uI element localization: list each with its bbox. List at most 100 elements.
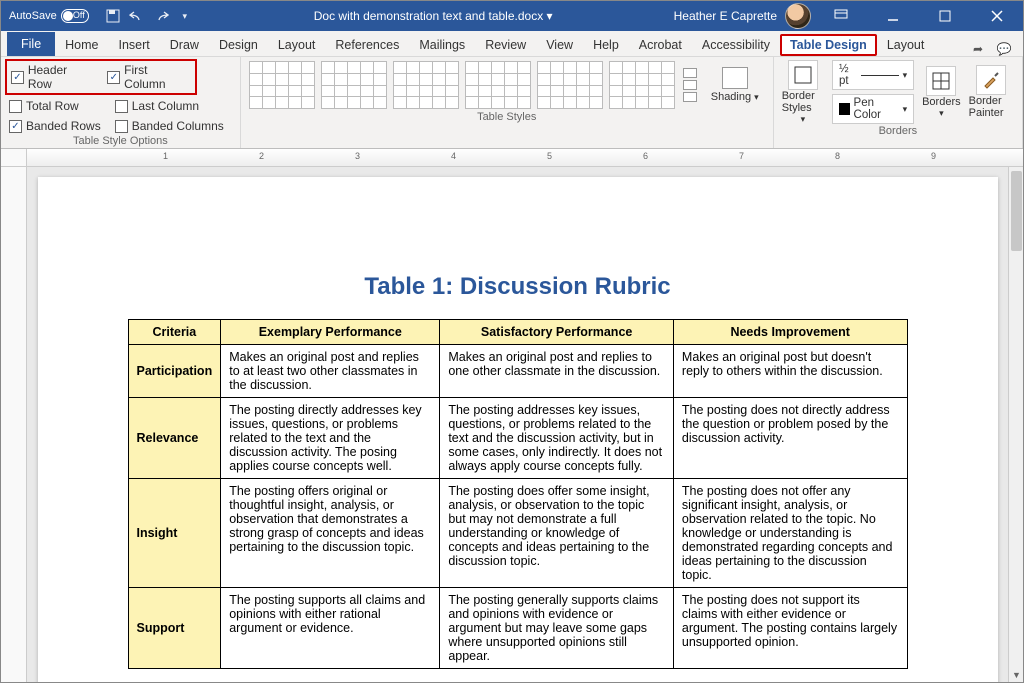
undo-icon[interactable] <box>129 8 145 24</box>
horizontal-ruler-row: 123456789 <box>1 149 1023 167</box>
rubric-table[interactable]: CriteriaExemplary PerformanceSatisfactor… <box>128 319 908 669</box>
tab-draw[interactable]: Draw <box>160 34 209 56</box>
chevron-down-icon: ▾ <box>754 92 759 102</box>
scrollbar-thumb[interactable] <box>1011 171 1022 251</box>
ribbon: Header Row First Column Total Row Banded… <box>1 57 1023 149</box>
tab-design[interactable]: Design <box>209 34 268 56</box>
table-cell[interactable]: The posting directly addresses key issue… <box>221 398 440 479</box>
horizontal-ruler[interactable]: 123456789 <box>27 149 1023 166</box>
ribbon-tabs: File HomeInsertDrawDesignLayoutReference… <box>1 31 1023 57</box>
table-cell[interactable]: The posting does offer some insight, ana… <box>440 479 674 588</box>
row-criteria[interactable]: Participation <box>128 345 221 398</box>
user-name: Heather E Caprette <box>674 9 777 23</box>
group-table-style-options: Header Row First Column Total Row Banded… <box>1 57 241 148</box>
pen-color-icon <box>839 103 850 115</box>
borders-icon <box>926 66 956 96</box>
border-painter-button[interactable]: Border Painter <box>969 65 1014 119</box>
comments-icon[interactable]: 💬 <box>991 42 1017 56</box>
table-row[interactable]: SupportThe posting supports all claims a… <box>128 588 907 669</box>
table-style-thumb[interactable] <box>321 61 387 109</box>
toggle-switch-icon: Off <box>61 9 89 23</box>
tab-help[interactable]: Help <box>583 34 629 56</box>
table-row[interactable]: InsightThe posting offers original or th… <box>128 479 907 588</box>
ribbon-options-icon[interactable] <box>819 1 863 31</box>
borders-dropdown[interactable]: Borders▾ <box>922 66 961 119</box>
document-title: Doc with demonstration text and table.do… <box>193 9 674 23</box>
minimize-icon[interactable] <box>871 1 915 31</box>
table-header[interactable]: Exemplary Performance <box>221 320 440 345</box>
tab-home[interactable]: Home <box>55 34 108 56</box>
border-styles-button[interactable]: Border Styles▾ <box>782 60 824 125</box>
table-header[interactable]: Needs Improvement <box>673 320 907 345</box>
table-cell[interactable]: The posting supports all claims and opin… <box>221 588 440 669</box>
checkbox-banded-columns[interactable]: Banded Columns <box>115 119 224 133</box>
styles-gallery-scroll[interactable] <box>681 68 699 102</box>
vertical-ruler[interactable] <box>1 167 27 682</box>
table-style-thumb[interactable] <box>249 61 315 109</box>
pen-weight-dropdown[interactable]: ½ pt▾ <box>832 60 914 90</box>
row-criteria[interactable]: Insight <box>128 479 221 588</box>
maximize-icon[interactable] <box>923 1 967 31</box>
more-icon[interactable] <box>683 92 697 102</box>
line-sample-icon <box>861 75 898 76</box>
save-icon[interactable] <box>105 8 121 24</box>
tab-layout[interactable]: Layout <box>268 34 326 56</box>
checkbox-header-row[interactable]: Header Row <box>11 63 93 91</box>
chevron-up-icon[interactable] <box>683 68 697 78</box>
table-row[interactable]: ParticipationMakes an original post and … <box>128 345 907 398</box>
group-borders: Border Styles▾ ½ pt▾ Pen Color ▾ Borders… <box>774 57 1023 148</box>
page-scroll[interactable]: Table 1: Discussion Rubric CriteriaExemp… <box>27 167 1008 682</box>
group-label: Table Style Options <box>9 133 232 147</box>
ruler-corner <box>1 149 27 166</box>
table-cell[interactable]: Makes an original post and replies to on… <box>440 345 674 398</box>
checkbox-total-row[interactable]: Total Row <box>9 99 101 113</box>
table-header[interactable]: Satisfactory Performance <box>440 320 674 345</box>
table-style-thumb[interactable] <box>537 61 603 109</box>
redo-icon[interactable] <box>153 8 169 24</box>
checkmark-icon <box>11 71 24 84</box>
tab-references[interactable]: References <box>325 34 409 56</box>
tab-view[interactable]: View <box>536 34 583 56</box>
tab-file[interactable]: File <box>7 32 55 56</box>
table-style-thumb[interactable] <box>609 61 675 109</box>
table-header[interactable]: Criteria <box>128 320 221 345</box>
scroll-down-icon[interactable]: ▼ <box>1009 668 1023 682</box>
document-heading: Table 1: Discussion Rubric <box>128 273 908 301</box>
table-cell[interactable]: The posting offers original or thoughtfu… <box>221 479 440 588</box>
table-cell[interactable]: The posting does not offer any significa… <box>673 479 907 588</box>
table-row[interactable]: RelevanceThe posting directly addresses … <box>128 398 907 479</box>
table-cell[interactable]: The posting addresses key issues, questi… <box>440 398 674 479</box>
paint-bucket-icon <box>722 67 748 89</box>
chevron-down-icon[interactable] <box>683 80 697 90</box>
close-icon[interactable] <box>975 1 1019 31</box>
tab-review[interactable]: Review <box>475 34 536 56</box>
tab-mailings[interactable]: Mailings <box>409 34 475 56</box>
checkbox-last-column[interactable]: Last Column <box>115 99 224 113</box>
group-label: Borders <box>782 123 1014 137</box>
border-styles-icon <box>788 60 818 90</box>
row-criteria[interactable]: Support <box>128 588 221 669</box>
tab-layout[interactable]: Layout <box>877 34 935 56</box>
qat-dropdown-icon[interactable]: ▾ <box>177 8 193 24</box>
tab-acrobat[interactable]: Acrobat <box>629 34 692 56</box>
tab-table-design[interactable]: Table Design <box>780 34 877 56</box>
vertical-scrollbar[interactable]: ▲ ▼ <box>1008 167 1023 682</box>
share-icon[interactable]: ➦ <box>965 42 991 56</box>
table-cell[interactable]: Makes an original post and replies to at… <box>221 345 440 398</box>
tab-insert[interactable]: Insert <box>109 34 160 56</box>
table-cell[interactable]: Makes an original post but doesn't reply… <box>673 345 907 398</box>
autosave-toggle[interactable]: AutoSave Off <box>9 9 89 23</box>
checkbox-banded-rows[interactable]: Banded Rows <box>9 119 101 133</box>
tab-accessibility[interactable]: Accessibility <box>692 34 780 56</box>
table-style-thumb[interactable] <box>465 61 531 109</box>
autosave-label: AutoSave <box>9 10 57 22</box>
table-cell[interactable]: The posting does not support its claims … <box>673 588 907 669</box>
table-cell[interactable]: The posting generally supports claims an… <box>440 588 674 669</box>
user-avatar-icon[interactable] <box>785 3 811 29</box>
row-criteria[interactable]: Relevance <box>128 398 221 479</box>
pen-color-dropdown[interactable]: Pen Color ▾ <box>832 94 914 124</box>
checkbox-first-column[interactable]: First Column <box>107 63 191 91</box>
table-style-thumb[interactable] <box>393 61 459 109</box>
shading-button[interactable]: Shading ▾ <box>705 67 765 103</box>
table-cell[interactable]: The posting does not directly address th… <box>673 398 907 479</box>
